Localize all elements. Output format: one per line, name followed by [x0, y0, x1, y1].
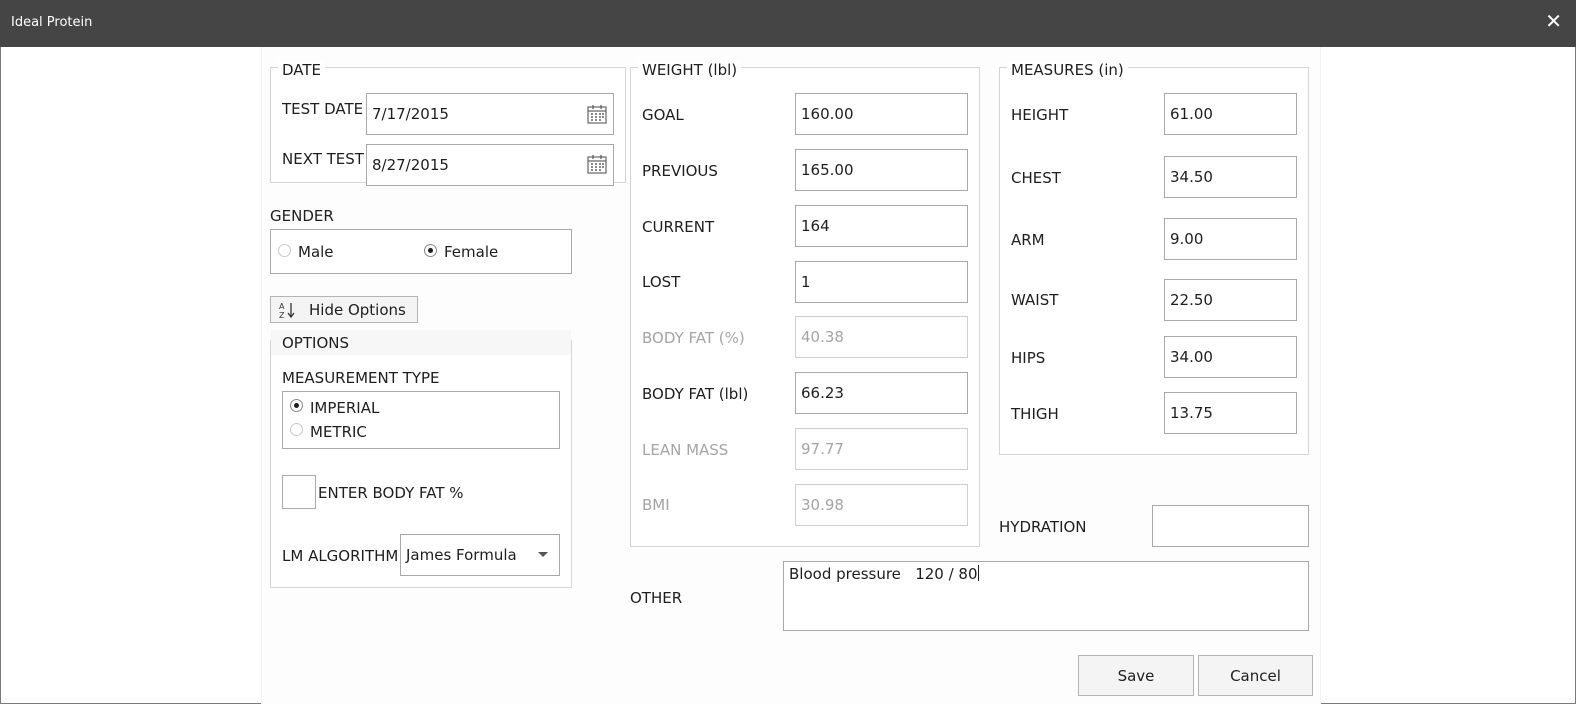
female-radio[interactable] — [424, 244, 437, 257]
metric-label[interactable]: METRIC — [310, 423, 367, 441]
measures-group-title: MEASURES (in) — [1007, 61, 1128, 79]
svg-text:A: A — [279, 302, 285, 311]
window-title: Ideal Protein — [11, 15, 93, 30]
next-test-picker[interactable]: 8/27/2015 — [366, 144, 614, 186]
chest-value: 34.50 — [1170, 168, 1213, 186]
imperial-radio[interactable] — [290, 399, 303, 412]
waist-value: 22.50 — [1170, 291, 1213, 309]
test-date-picker[interactable]: 7/17/2015 — [366, 93, 614, 135]
height-label: HEIGHT — [1011, 106, 1069, 124]
goal-input[interactable]: 160.00 — [795, 93, 968, 135]
lean-mass-value: 97.77 — [801, 440, 844, 458]
arm-input[interactable]: 9.00 — [1164, 218, 1297, 260]
body-fat-lbl-label: BODY FAT (lbl) — [642, 385, 749, 403]
female-label[interactable]: Female — [444, 243, 498, 261]
hips-label: HIPS — [1011, 349, 1046, 367]
other-value: Blood pressure 120 / 80 — [789, 565, 978, 583]
lm-algorithm-label: LM ALGORITHM — [282, 547, 399, 565]
thigh-value: 13.75 — [1170, 404, 1213, 422]
male-radio[interactable] — [278, 244, 291, 257]
chest-input[interactable]: 34.50 — [1164, 156, 1297, 198]
gender-label: GENDER — [270, 207, 334, 225]
text-cursor — [977, 565, 979, 581]
body-fat-lbl-input[interactable]: 66.23 — [795, 372, 968, 414]
body-fat-lbl-value: 66.23 — [801, 384, 844, 402]
previous-label: PREVIOUS — [642, 162, 718, 180]
arm-label: ARM — [1011, 231, 1045, 249]
previous-value: 165.00 — [801, 161, 854, 179]
lean-mass-input: 97.77 — [795, 428, 968, 470]
lean-mass-label: LEAN MASS — [642, 441, 729, 459]
bmi-value: 30.98 — [801, 496, 844, 514]
next-test-value: 8/27/2015 — [372, 156, 449, 174]
other-textarea[interactable]: Blood pressure 120 / 80 — [783, 561, 1309, 631]
chest-label: CHEST — [1011, 169, 1061, 187]
body-fat-pct-input: 40.38 — [795, 316, 968, 358]
hide-options-button[interactable]: A Z Hide Options — [270, 296, 418, 323]
bmi-input: 30.98 — [795, 484, 968, 526]
previous-input[interactable]: 165.00 — [795, 149, 968, 191]
current-label: CURRENT — [642, 218, 715, 236]
metric-radio[interactable] — [290, 423, 303, 436]
arm-value: 9.00 — [1170, 230, 1204, 248]
weight-group — [630, 67, 980, 547]
other-label: OTHER — [630, 589, 683, 607]
lost-label: LOST — [642, 273, 681, 291]
thigh-label: THIGH — [1011, 405, 1059, 423]
hips-input[interactable]: 34.00 — [1164, 336, 1297, 378]
waist-input[interactable]: 22.50 — [1164, 279, 1297, 321]
title-bar: Ideal Protein ✕ — [0, 0, 1576, 47]
test-date-label: TEST DATE — [282, 100, 364, 118]
enter-body-fat-label[interactable]: ENTER BODY FAT % — [318, 484, 464, 502]
lm-algorithm-select[interactable]: James Formula — [400, 534, 560, 576]
imperial-label[interactable]: IMPERIAL — [310, 399, 379, 417]
height-value: 61.00 — [1170, 105, 1213, 123]
save-button[interactable]: Save — [1078, 655, 1194, 696]
lost-input[interactable]: 1 — [795, 261, 968, 303]
calendar-icon[interactable] — [587, 104, 607, 124]
hips-value: 34.00 — [1170, 348, 1213, 366]
calendar-icon[interactable] — [587, 154, 607, 174]
bmi-label: BMI — [642, 496, 670, 514]
lm-algorithm-value: James Formula — [406, 546, 517, 564]
sort-az-icon: A Z — [279, 302, 295, 319]
cancel-label: Cancel — [1230, 666, 1281, 685]
enter-body-fat-checkbox[interactable] — [282, 475, 316, 509]
male-label[interactable]: Male — [298, 243, 334, 261]
current-input[interactable]: 164 — [795, 205, 968, 247]
options-group-title: OPTIONS — [282, 334, 349, 352]
close-icon[interactable]: ✕ — [1545, 11, 1562, 31]
thigh-input[interactable]: 13.75 — [1164, 392, 1297, 434]
svg-text:Z: Z — [279, 311, 285, 319]
hydration-input[interactable] — [1152, 505, 1309, 547]
lost-value: 1 — [801, 273, 811, 291]
body-fat-pct-value: 40.38 — [801, 328, 844, 346]
height-input[interactable]: 61.00 — [1164, 93, 1297, 135]
hydration-label: HYDRATION — [999, 518, 1087, 536]
hide-options-label: Hide Options — [309, 300, 406, 319]
date-group-title: DATE — [278, 61, 326, 79]
next-test-label: NEXT TEST — [282, 150, 364, 168]
save-label: Save — [1117, 666, 1155, 685]
weight-group-title: WEIGHT (lbl) — [638, 61, 742, 79]
current-value: 164 — [801, 217, 830, 235]
goal-value: 160.00 — [801, 105, 854, 123]
test-date-value: 7/17/2015 — [372, 105, 449, 123]
cancel-button[interactable]: Cancel — [1198, 655, 1313, 696]
waist-label: WAIST — [1011, 291, 1059, 309]
body-fat-pct-label: BODY FAT (%) — [642, 329, 745, 347]
chevron-down-icon — [538, 552, 548, 557]
goal-label: GOAL — [642, 106, 684, 124]
measurement-type-label: MEASUREMENT TYPE — [282, 369, 440, 387]
